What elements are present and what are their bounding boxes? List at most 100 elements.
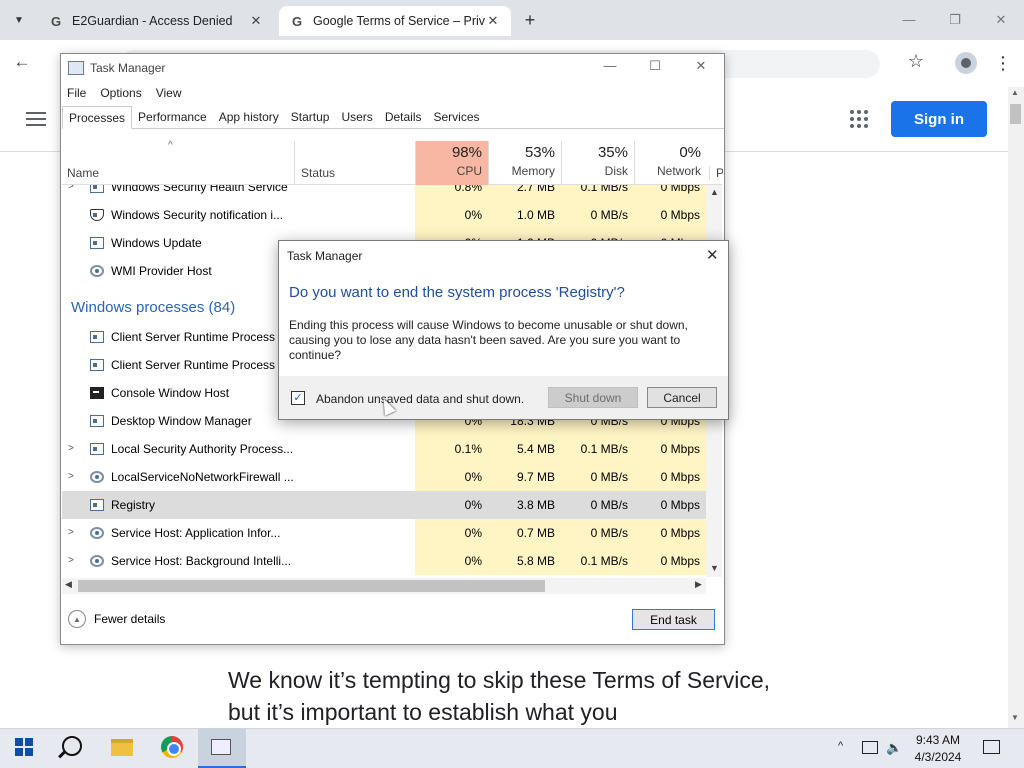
column-cpu[interactable]: 98% CPU [415,141,488,185]
cancel-button[interactable]: Cancel [647,387,717,408]
tab-e2guardian[interactable]: G E2Guardian - Access Denied ✕ [38,6,274,36]
sign-in-button[interactable]: Sign in [891,101,987,137]
expand-chevron-icon[interactable]: > [68,443,74,454]
tm-maximize-button[interactable]: ☐ [645,58,665,74]
process-disk: 0.1 MB/s [561,547,634,575]
minimize-button[interactable]: — [896,10,922,30]
process-row[interactable]: Registry 0% 3.8 MB 0 MB/s 0 Mbps [62,491,706,519]
chrome-icon[interactable] [161,736,183,758]
process-disk: 0 MB/s [561,201,634,229]
process-row[interactable]: > Windows Security Health Service 0.8% 2.7 … [62,185,706,201]
bookmark-star-icon[interactable]: ☆ [904,51,928,75]
new-tab-button[interactable]: + [520,10,540,30]
app-icon [90,359,104,371]
memory-label: Memory [511,164,555,178]
page-scrollbar[interactable] [1008,87,1024,728]
hamburger-menu-icon[interactable] [26,112,46,126]
tm-menubar: File Options View [67,86,182,100]
process-memory: 1.0 MB [488,201,561,229]
dialog-main-instruction: Do you want to end the system process 'R… [289,284,625,301]
tab-performance[interactable]: Performance [132,106,213,128]
tm-minimize-button[interactable]: — [600,58,620,73]
scroll-right-icon[interactable]: ▶ [695,579,702,590]
tab-close-icon[interactable]: ✕ [248,13,264,29]
menu-view[interactable]: View [156,86,182,100]
page-scrollbar-thumb[interactable] [1010,104,1021,124]
expand-chevron-icon[interactable]: > [68,555,74,566]
scroll-up-icon[interactable]: ▲ [1011,88,1019,97]
volume-icon[interactable]: 🔈 [886,740,902,756]
process-memory: 5.8 MB [488,547,561,575]
task-manager-titlebar: Task Manager [68,60,165,76]
tray-overflow-icon[interactable]: ^ [838,740,843,752]
windows-start-icon[interactable] [15,738,33,756]
scroll-left-icon[interactable]: ◀ [65,579,72,590]
tm-close-button[interactable]: ✕ [691,58,711,74]
disk-percent: 35% [597,144,628,161]
column-power[interactable]: P [709,166,723,180]
process-memory: 5.4 MB [488,435,561,463]
file-explorer-icon[interactable] [111,739,133,756]
shut-down-button[interactable]: Shut down [548,387,638,408]
column-name[interactable]: Name [67,166,99,180]
tab-services[interactable]: Services [428,106,486,128]
tab-app-history[interactable]: App history [213,106,285,128]
tab-google-terms[interactable]: G Google Terms of Service – Priva ✕ [279,6,511,36]
column-disk[interactable]: 35% Disk [561,141,634,185]
end-task-button[interactable]: End task [632,609,715,630]
process-disk: 0.1 MB/s [561,185,634,201]
process-row[interactable]: Windows Security notification i... 0% 1.0 … [62,201,706,229]
expand-chevron-icon[interactable]: > [68,471,74,482]
restore-button[interactable]: ❐ [942,10,968,30]
horizontal-scrollbar-thumb[interactable] [78,580,545,592]
cpu-label: CPU [456,164,482,178]
column-status[interactable]: Status [301,166,335,180]
process-cpu: 0% [415,491,488,519]
column-network[interactable]: 0% Network [634,141,707,185]
browser-menu-icon[interactable]: ⋮ [994,52,1012,74]
profile-avatar-icon[interactable] [955,52,977,74]
process-memory: 0.7 MB [488,519,561,547]
process-disk: 0 MB/s [561,463,634,491]
tab-startup[interactable]: Startup [285,106,336,128]
process-row[interactable]: > Local Security Authority Process... 0.1%… [62,435,706,463]
process-name: Local Security Authority Process... [111,442,294,456]
notification-center-icon[interactable] [983,740,1000,754]
tab-users[interactable]: Users [335,106,378,128]
process-row[interactable]: > Service Host: Application Infor... 0% 0.7… [62,519,706,547]
google-favicon-icon: G [50,13,62,29]
google-apps-icon[interactable] [850,110,868,128]
clock-time[interactable]: 9:43 AM [910,733,966,747]
tab-close-icon[interactable]: ✕ [485,13,501,29]
tab-title: Google Terms of Service – Priva [313,14,485,28]
tab-search-icon[interactable]: ▼ [8,10,30,30]
menu-options[interactable]: Options [100,86,141,100]
process-row[interactable]: > LocalServiceNoNetworkFirewall ... 0% 9.7 … [62,463,706,491]
abandon-data-checkbox[interactable]: ✓ [291,391,305,405]
scroll-down-icon[interactable]: ▼ [1011,713,1019,722]
clock-date[interactable]: 4/3/2024 [910,750,966,764]
disk-label: Disk [604,164,628,178]
scroll-down-icon[interactable]: ▼ [710,563,719,573]
tab-processes[interactable]: Processes [62,106,133,129]
process-name: Client Server Runtime Process [111,330,276,344]
close-window-button[interactable]: ✕ [988,10,1014,30]
back-button[interactable]: ← [10,52,34,74]
menu-file[interactable]: File [67,86,86,100]
abandon-data-checkbox-label[interactable]: Abandon unsaved data and shut down. [316,392,524,406]
expand-chevron-icon[interactable]: > [68,185,74,192]
scroll-up-icon[interactable]: ▲ [710,187,719,197]
gear-icon [90,527,104,539]
group-header: Windows processes (84) [71,299,236,316]
process-row[interactable]: > Service Host: Background Intelli... 0% 5.… [62,547,706,575]
network-icon[interactable] [862,741,878,754]
fewer-details-button[interactable]: ▲ Fewer details [68,610,165,628]
process-cpu: 0% [415,519,488,547]
sort-arrow-icon: ^ [168,140,173,151]
tab-details[interactable]: Details [379,106,428,128]
task-manager-taskbar-icon[interactable] [198,729,246,768]
expand-chevron-icon[interactable]: > [68,527,74,538]
search-icon[interactable] [62,736,82,756]
column-memory[interactable]: 53% Memory [488,141,561,185]
dialog-close-button[interactable]: ✕ [706,246,719,264]
